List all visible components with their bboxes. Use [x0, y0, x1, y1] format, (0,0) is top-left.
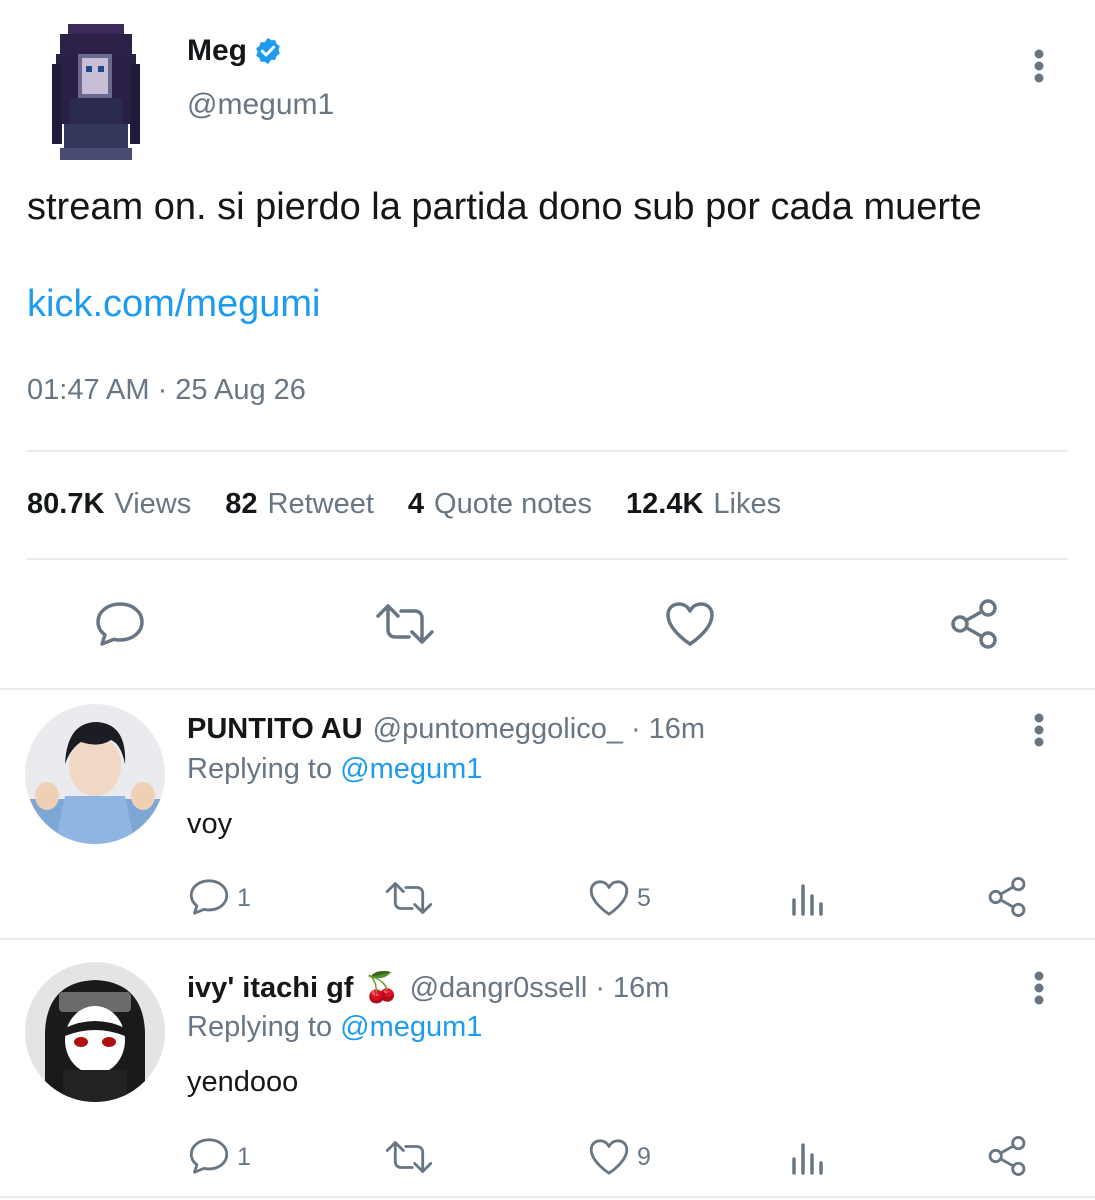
- replying-to: Replying to @megum1: [187, 1011, 483, 1043]
- replying-to-link[interactable]: @megum1: [340, 1011, 482, 1043]
- tweet-link[interactable]: kick.com/megumi: [27, 283, 321, 326]
- divider: [0, 938, 1095, 940]
- analytics-icon[interactable]: [790, 880, 826, 916]
- tweet-timestamp[interactable]: 01:47 AM · 25 Aug 26: [27, 374, 306, 407]
- like-icon[interactable]: [588, 878, 630, 918]
- reply-author-handle[interactable]: @puntomeggolico_: [373, 713, 623, 746]
- stat-retweets[interactable]: 82 Retweet: [225, 488, 374, 521]
- reply-count: 1: [237, 1143, 251, 1171]
- like-count: 5: [637, 884, 651, 912]
- reply-author-handle[interactable]: @dangr0ssell: [410, 972, 588, 1005]
- reply-icon[interactable]: [188, 1136, 230, 1176]
- retweet-icon[interactable]: [384, 1139, 434, 1175]
- more-options-icon[interactable]: [1033, 712, 1045, 748]
- retweet-icon[interactable]: [374, 602, 436, 646]
- tweet-text: stream on. si pierdo la partida dono sub…: [27, 186, 982, 228]
- reply-header[interactable]: PUNTITO AU @puntomeggolico_ · 16m: [187, 713, 705, 746]
- divider: [27, 450, 1068, 452]
- reply-author-name[interactable]: ivy' itachi gf: [187, 972, 353, 1005]
- like-icon[interactable]: [588, 1137, 630, 1177]
- reply-avatar[interactable]: [25, 962, 165, 1102]
- stat-quotes[interactable]: 4 Quote notes: [408, 488, 592, 521]
- reply-author-name[interactable]: PUNTITO AU: [187, 713, 363, 746]
- stat-likes[interactable]: 12.4K Likes: [626, 488, 781, 521]
- share-icon[interactable]: [986, 1135, 1028, 1177]
- reply-time: · 16m: [630, 713, 706, 745]
- reply-header[interactable]: ivy' itachi gf 🍒 @dangr0ssell · 16m: [187, 971, 669, 1005]
- stat-views[interactable]: 80.7K Views: [27, 488, 191, 521]
- like-count: 9: [637, 1143, 651, 1171]
- like-icon[interactable]: [664, 600, 716, 648]
- reply-avatar[interactable]: [25, 704, 165, 844]
- tweet-stats: 80.7K Views 82 Retweet 4 Quote notes 12.4K L…: [27, 488, 815, 521]
- author-handle[interactable]: @megum1: [187, 88, 334, 122]
- analytics-icon[interactable]: [790, 1139, 826, 1175]
- reply-time: · 16m: [595, 971, 670, 1004]
- more-options-icon[interactable]: [1033, 970, 1045, 1006]
- author-avatar[interactable]: [52, 24, 140, 160]
- reply-text: voy: [187, 808, 233, 840]
- share-icon[interactable]: [948, 598, 1000, 650]
- reply-icon[interactable]: [94, 600, 146, 648]
- retweet-icon[interactable]: [384, 880, 434, 916]
- divider: [0, 1196, 1095, 1198]
- reply-text: yendooo: [187, 1066, 299, 1098]
- verified-badge-icon: [256, 37, 280, 65]
- replying-to-link[interactable]: @megum1: [340, 753, 482, 785]
- cherry-emoji: 🍒: [363, 972, 400, 1004]
- more-options-icon[interactable]: [1033, 48, 1045, 84]
- share-icon[interactable]: [986, 876, 1028, 918]
- author-name[interactable]: Meg: [187, 34, 247, 68]
- divider: [27, 558, 1068, 560]
- divider: [0, 688, 1095, 690]
- replying-to: Replying to @megum1: [187, 753, 483, 785]
- reply-count: 1: [237, 884, 251, 912]
- author-name-row[interactable]: Meg: [187, 34, 283, 68]
- reply-icon[interactable]: [188, 877, 230, 917]
